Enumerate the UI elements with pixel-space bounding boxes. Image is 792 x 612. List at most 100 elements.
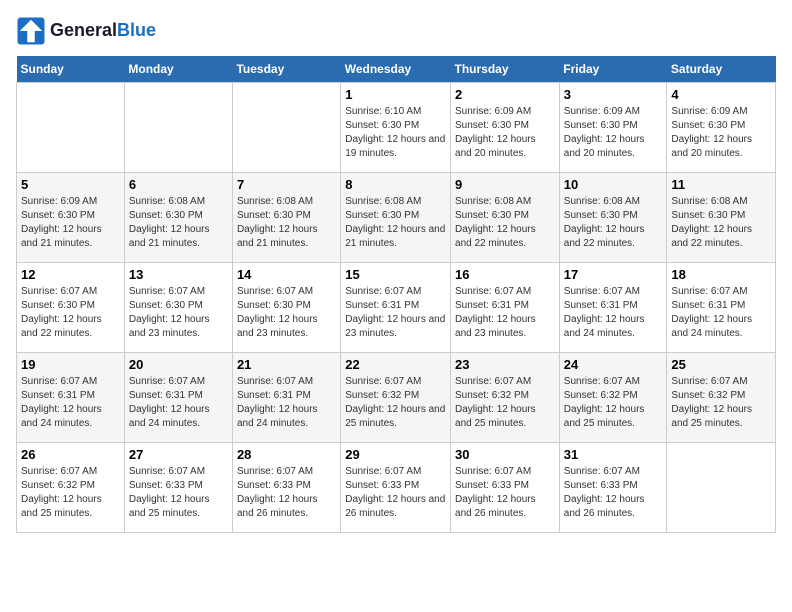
calendar-cell: 31Sunrise: 6:07 AM Sunset: 6:33 PM Dayli… <box>559 443 667 533</box>
day-number: 4 <box>671 87 771 102</box>
calendar-cell: 27 Sunrise: 6:07 AM Sunset: 6:33 PM Dayli… <box>124 443 232 533</box>
day-number: 20 <box>129 357 228 372</box>
day-info: Sunrise: 6:08 AM Sunset: 6:30 PM Dayligh… <box>345 195 446 251</box>
calendar-cell: 28 Sunrise: 6:07 AM Sunset: 6:33 PM Dayli… <box>232 443 340 533</box>
calendar-cell: 23 Sunrise: 6:07 AM Sunset: 6:32 PM Dayli… <box>451 353 560 443</box>
calendar-cell: 25Sunrise: 6:07 AM Sunset: 6:32 PM Dayli… <box>667 353 776 443</box>
day-number: 5 <box>21 177 120 192</box>
calendar-cell: 18 Sunrise: 6:07 AM Sunset: 6:31 PM Dayli… <box>667 263 776 353</box>
day-number: 29 <box>345 447 446 462</box>
day-info: Sunrise: 6:07 AM Sunset: 6:31 PM Dayligh… <box>237 375 336 431</box>
calendar-cell: 7 Sunrise: 6:08 AM Sunset: 6:30 PM Daylig… <box>232 173 340 263</box>
calendar-cell: 15 Sunrise: 6:07 AM Sunset: 6:31 PM Dayli… <box>341 263 451 353</box>
calendar-cell: 20Sunrise: 6:07 AM Sunset: 6:31 PM Dayli… <box>124 353 232 443</box>
day-number: 15 <box>345 267 446 282</box>
calendar-cell: 13 Sunrise: 6:07 AM Sunset: 6:30 PM Dayli… <box>124 263 232 353</box>
calendar-cell: 29Sunrise: 6:07 AM Sunset: 6:33 PM Dayli… <box>341 443 451 533</box>
day-number: 12 <box>21 267 120 282</box>
day-number: 3 <box>564 87 663 102</box>
day-info: Sunrise: 6:07 AM Sunset: 6:30 PM Dayligh… <box>21 285 120 341</box>
day-number: 19 <box>21 357 120 372</box>
day-info: Sunrise: 6:08 AM Sunset: 6:30 PM Dayligh… <box>129 195 228 251</box>
day-info: Sunrise: 6:07 AM Sunset: 6:33 PM Dayligh… <box>564 465 663 521</box>
day-info: Sunrise: 6:08 AM Sunset: 6:30 PM Dayligh… <box>671 195 771 251</box>
calendar-cell: 8 Sunrise: 6:08 AM Sunset: 6:30 PM Daylig… <box>341 173 451 263</box>
day-number: 26 <box>21 447 120 462</box>
calendar-cell: 19 Sunrise: 6:07 AM Sunset: 6:31 PM Dayli… <box>17 353 125 443</box>
calendar-cell: 30Sunrise: 6:07 AM Sunset: 6:33 PM Dayli… <box>451 443 560 533</box>
calendar-cell: 1Sunrise: 6:10 AM Sunset: 6:30 PM Daylig… <box>341 83 451 173</box>
calendar-cell: 5Sunrise: 6:09 AM Sunset: 6:30 PM Daylig… <box>17 173 125 263</box>
day-info: Sunrise: 6:07 AM Sunset: 6:30 PM Dayligh… <box>129 285 228 341</box>
calendar-week-row: 12 Sunrise: 6:07 AM Sunset: 6:30 PM Dayli… <box>17 263 776 353</box>
day-number: 6 <box>129 177 228 192</box>
calendar-cell: 24 Sunrise: 6:07 AM Sunset: 6:32 PM Dayli… <box>559 353 667 443</box>
day-info: Sunrise: 6:09 AM Sunset: 6:30 PM Dayligh… <box>564 105 663 161</box>
calendar-cell: 4 Sunrise: 6:09 AM Sunset: 6:30 PM Daylig… <box>667 83 776 173</box>
day-number: 14 <box>237 267 336 282</box>
day-info: Sunrise: 6:08 AM Sunset: 6:30 PM Dayligh… <box>455 195 555 251</box>
day-info: Sunrise: 6:08 AM Sunset: 6:30 PM Dayligh… <box>564 195 663 251</box>
calendar-cell: 16 Sunrise: 6:07 AM Sunset: 6:31 PM Dayli… <box>451 263 560 353</box>
calendar-cell: 3 Sunrise: 6:09 AM Sunset: 6:30 PM Daylig… <box>559 83 667 173</box>
day-number: 21 <box>237 357 336 372</box>
day-number: 24 <box>564 357 663 372</box>
weekday-header: Wednesday <box>341 56 451 83</box>
day-number: 7 <box>237 177 336 192</box>
day-info: Sunrise: 6:08 AM Sunset: 6:30 PM Dayligh… <box>237 195 336 251</box>
calendar-cell <box>17 83 125 173</box>
calendar-body: 1Sunrise: 6:10 AM Sunset: 6:30 PM Daylig… <box>17 83 776 533</box>
day-info: Sunrise: 6:07 AM Sunset: 6:30 PM Dayligh… <box>237 285 336 341</box>
day-number: 22 <box>345 357 446 372</box>
calendar-cell: 12 Sunrise: 6:07 AM Sunset: 6:30 PM Dayli… <box>17 263 125 353</box>
calendar-cell: 21 Sunrise: 6:07 AM Sunset: 6:31 PM Dayli… <box>232 353 340 443</box>
logo-icon <box>16 16 46 46</box>
day-info: Sunrise: 6:07 AM Sunset: 6:31 PM Dayligh… <box>671 285 771 341</box>
day-info: Sunrise: 6:07 AM Sunset: 6:33 PM Dayligh… <box>129 465 228 521</box>
day-info: Sunrise: 6:07 AM Sunset: 6:33 PM Dayligh… <box>455 465 555 521</box>
calendar-table: SundayMondayTuesdayWednesdayThursdayFrid… <box>16 56 776 533</box>
day-number: 9 <box>455 177 555 192</box>
weekday-header: Saturday <box>667 56 776 83</box>
calendar-cell: 14 Sunrise: 6:07 AM Sunset: 6:30 PM Dayli… <box>232 263 340 353</box>
weekday-header: Friday <box>559 56 667 83</box>
day-number: 2 <box>455 87 555 102</box>
day-info: Sunrise: 6:07 AM Sunset: 6:32 PM Dayligh… <box>455 375 555 431</box>
day-info: Sunrise: 6:07 AM Sunset: 6:32 PM Dayligh… <box>671 375 771 431</box>
page-header: GeneralBlue <box>16 16 776 46</box>
day-number: 23 <box>455 357 555 372</box>
calendar-week-row: 19 Sunrise: 6:07 AM Sunset: 6:31 PM Dayli… <box>17 353 776 443</box>
day-number: 8 <box>345 177 446 192</box>
day-info: Sunrise: 6:07 AM Sunset: 6:33 PM Dayligh… <box>237 465 336 521</box>
calendar-cell: 22 Sunrise: 6:07 AM Sunset: 6:32 PM Dayli… <box>341 353 451 443</box>
day-number: 13 <box>129 267 228 282</box>
day-number: 11 <box>671 177 771 192</box>
weekday-header: Monday <box>124 56 232 83</box>
day-info: Sunrise: 6:09 AM Sunset: 6:30 PM Dayligh… <box>455 105 555 161</box>
day-info: Sunrise: 6:09 AM Sunset: 6:30 PM Dayligh… <box>671 105 771 161</box>
day-number: 17 <box>564 267 663 282</box>
day-number: 27 <box>129 447 228 462</box>
day-info: Sunrise: 6:07 AM Sunset: 6:31 PM Dayligh… <box>455 285 555 341</box>
day-info: Sunrise: 6:07 AM Sunset: 6:31 PM Dayligh… <box>345 285 446 341</box>
calendar-cell <box>667 443 776 533</box>
calendar-cell: 17 Sunrise: 6:07 AM Sunset: 6:31 PM Dayli… <box>559 263 667 353</box>
day-number: 28 <box>237 447 336 462</box>
day-number: 18 <box>671 267 771 282</box>
day-info: Sunrise: 6:07 AM Sunset: 6:31 PM Dayligh… <box>564 285 663 341</box>
calendar-cell <box>124 83 232 173</box>
day-info: Sunrise: 6:07 AM Sunset: 6:32 PM Dayligh… <box>345 375 446 431</box>
weekday-header: Sunday <box>17 56 125 83</box>
day-number: 10 <box>564 177 663 192</box>
calendar-header: SundayMondayTuesdayWednesdayThursdayFrid… <box>17 56 776 83</box>
calendar-cell: 2 Sunrise: 6:09 AM Sunset: 6:30 PM Daylig… <box>451 83 560 173</box>
calendar-cell: 6 Sunrise: 6:08 AM Sunset: 6:30 PM Daylig… <box>124 173 232 263</box>
weekday-header: Thursday <box>451 56 560 83</box>
calendar-week-row: 1Sunrise: 6:10 AM Sunset: 6:30 PM Daylig… <box>17 83 776 173</box>
calendar-cell: 9 Sunrise: 6:08 AM Sunset: 6:30 PM Daylig… <box>451 173 560 263</box>
day-info: Sunrise: 6:07 AM Sunset: 6:32 PM Dayligh… <box>21 465 120 521</box>
logo: GeneralBlue <box>16 16 156 46</box>
day-info: Sunrise: 6:07 AM Sunset: 6:31 PM Dayligh… <box>21 375 120 431</box>
day-info: Sunrise: 6:07 AM Sunset: 6:32 PM Dayligh… <box>564 375 663 431</box>
day-number: 16 <box>455 267 555 282</box>
